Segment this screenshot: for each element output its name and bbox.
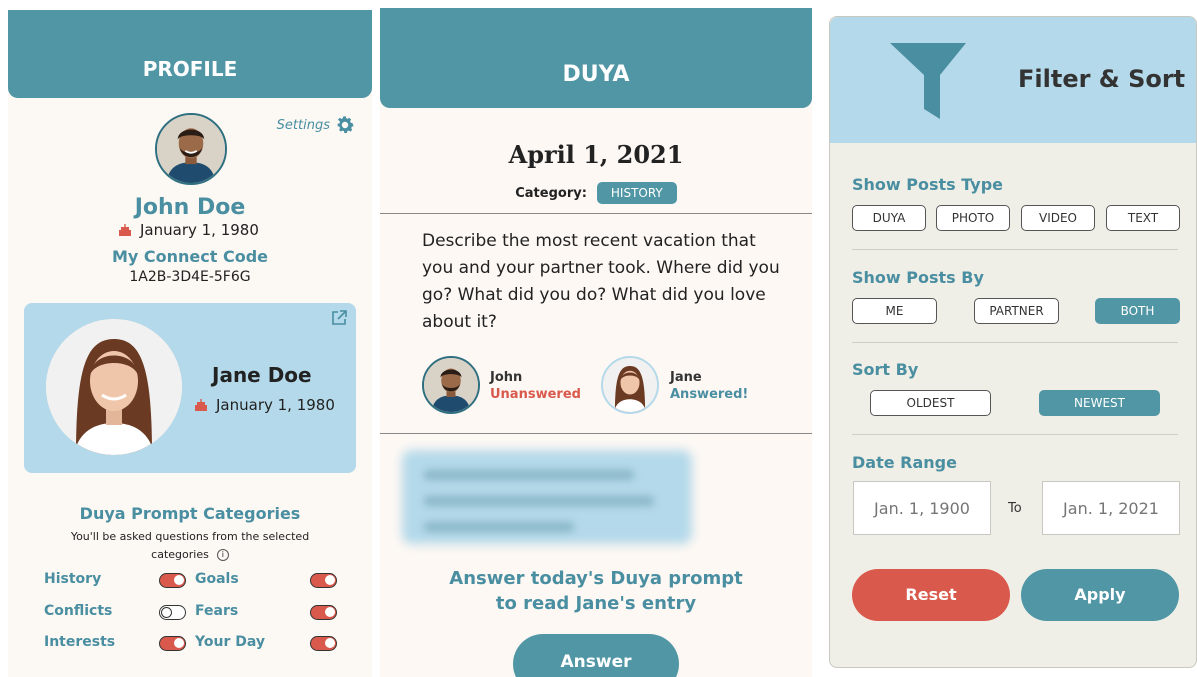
profile-screen: PROFILE Settings John Doe January 1, 198… <box>8 10 372 677</box>
apply-button[interactable]: Apply <box>1021 569 1179 621</box>
user-birthday: January 1, 1980 <box>118 221 259 239</box>
by-me-chip[interactable]: ME <box>852 298 937 324</box>
show-by-label: Show Posts By <box>852 268 984 287</box>
by-partner-chip[interactable]: PARTNER <box>974 298 1059 324</box>
user-name: John Doe <box>134 195 246 220</box>
sort-newest-chip[interactable]: NEWEST <box>1039 390 1160 416</box>
prompt-category: Category: HISTORY <box>380 182 812 204</box>
date-range-label: Date Range <box>852 453 957 472</box>
category-goals-toggle[interactable] <box>310 573 337 588</box>
category-conflicts-toggle[interactable] <box>159 605 186 620</box>
gear-icon <box>337 116 354 133</box>
category-fears-toggle[interactable] <box>310 605 337 620</box>
category-interests-toggle[interactable] <box>159 636 186 651</box>
category-history-label: History <box>44 571 102 587</box>
date-to-label: To <box>1008 501 1022 516</box>
category-label: Category: <box>515 185 587 201</box>
cake-icon <box>195 399 207 411</box>
profile-header: PROFILE <box>8 10 372 98</box>
jane-status: Answered! <box>670 387 749 402</box>
partner-name: Jane Doe <box>212 363 312 387</box>
user-dob: January 1, 1980 <box>140 221 259 239</box>
woman-avatar-icon <box>46 319 182 455</box>
jane-name: Jane <box>670 370 702 385</box>
partner-avatar <box>46 319 182 455</box>
category-interests-label: Interests <box>44 634 116 650</box>
category-conflicts-label: Conflicts <box>44 603 113 619</box>
type-text-chip[interactable]: TEXT <box>1106 205 1180 231</box>
filter-header: Filter & Sort <box>830 17 1196 143</box>
divider <box>380 213 812 214</box>
duya-header: DUYA <box>380 8 812 108</box>
categories-subtitle: You'll be asked questions from the selec… <box>68 528 312 564</box>
category-badge: HISTORY <box>596 182 677 204</box>
date-to-input[interactable] <box>1042 481 1180 535</box>
partner-card[interactable]: Jane Doe January 1, 1980 <box>24 303 356 473</box>
settings-link[interactable]: Settings <box>277 114 356 136</box>
divider <box>852 249 1178 250</box>
date-from-input[interactable] <box>853 481 991 535</box>
answer-button[interactable]: Answer <box>513 634 679 677</box>
category-goals-label: Goals <box>195 571 239 587</box>
type-video-chip[interactable]: VIDEO <box>1021 205 1095 231</box>
connect-code-value: 1A2B-3D4E-5F6G <box>129 269 251 285</box>
settings-label: Settings <box>276 117 330 133</box>
info-icon[interactable]: i <box>216 549 229 561</box>
external-link-icon[interactable] <box>330 309 348 327</box>
divider <box>380 433 812 434</box>
cake-icon <box>119 224 131 236</box>
reset-button[interactable]: Reset <box>852 569 1010 621</box>
sort-oldest-chip[interactable]: OLDEST <box>870 390 991 416</box>
show-type-label: Show Posts Type <box>852 175 1003 194</box>
partner-birthday: January 1, 1980 <box>194 396 335 414</box>
blurred-text-line <box>424 496 654 506</box>
duya-screen: DUYA April 1, 2021 Category: HISTORY Des… <box>380 8 812 677</box>
sort-by-label: Sort By <box>852 360 919 379</box>
by-both-chip[interactable]: BOTH <box>1095 298 1180 324</box>
category-your-day-label: Your Day <box>195 634 265 650</box>
divider <box>852 342 1178 343</box>
prompt-text: Describe the most recent vacation that y… <box>422 231 780 332</box>
type-photo-chip[interactable]: PHOTO <box>936 205 1010 231</box>
categories-subtitle-text: You'll be asked questions from the selec… <box>70 530 310 561</box>
john-avatar <box>422 356 480 414</box>
jane-avatar <box>601 356 659 414</box>
connect-code-label: My Connect Code <box>111 247 269 266</box>
prompt-date: April 1, 2021 <box>508 140 684 169</box>
category-history-toggle[interactable] <box>159 573 186 588</box>
blurred-text-line <box>424 522 574 532</box>
man-avatar-icon <box>424 358 478 412</box>
category-your-day-toggle[interactable] <box>310 636 337 651</box>
woman-avatar-icon <box>603 358 657 412</box>
john-name: John <box>490 370 523 385</box>
filter-sort-screen: Filter & Sort Show Posts Type DUYA PHOTO… <box>829 16 1197 668</box>
funnel-icon <box>890 43 966 119</box>
answer-cta-text: Answer today's Duya prompt to read Jane'… <box>449 568 743 614</box>
blurred-text-line <box>424 470 634 480</box>
divider <box>852 434 1178 435</box>
user-avatar[interactable] <box>155 113 227 185</box>
filter-title: Filter & Sort <box>1018 65 1186 93</box>
type-duya-chip[interactable]: DUYA <box>852 205 926 231</box>
partner-dob: January 1, 1980 <box>216 396 335 414</box>
john-status: Unanswered <box>490 387 581 402</box>
man-avatar-icon <box>157 115 225 183</box>
category-fears-label: Fears <box>195 603 239 619</box>
categories-title: Duya Prompt Categories <box>79 504 301 523</box>
